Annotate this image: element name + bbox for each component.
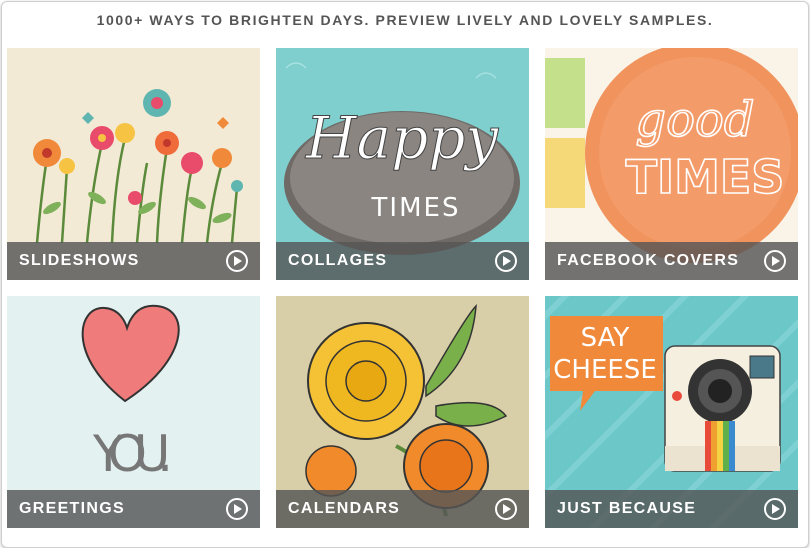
tile-caption: SLIDESHOWS (7, 242, 260, 280)
tile-caption: JUST BECAUSE (545, 490, 798, 528)
play-icon[interactable] (226, 250, 248, 272)
tile-label: FACEBOOK COVERS (557, 252, 740, 269)
tile-label: GREETINGS (19, 500, 125, 517)
just-because-art-line2: CHEESE (553, 355, 657, 385)
tile-collages[interactable]: Happy TIMES COLLAGES (276, 48, 529, 280)
greetings-art-text: YOU. (92, 425, 173, 483)
tile-caption: GREETINGS (7, 490, 260, 528)
tile-calendars[interactable]: CALENDARS (276, 296, 529, 528)
tile-caption: CALENDARS (276, 490, 529, 528)
play-icon[interactable] (764, 250, 786, 272)
tile-facebook-covers[interactable]: good TIMES FACEBOOK COVERS (545, 48, 798, 280)
tile-greetings[interactable]: YOU. GREETINGS (7, 296, 260, 528)
tile-caption: FACEBOOK COVERS (545, 242, 798, 280)
facebook-covers-art-title: good (635, 92, 754, 148)
tile-just-because[interactable]: SAY CHEESE JUST BECAUSE (545, 296, 798, 528)
play-icon[interactable] (495, 498, 517, 520)
tile-label: COLLAGES (288, 252, 388, 269)
tile-caption: COLLAGES (276, 242, 529, 280)
tile-slideshows[interactable]: SLIDESHOWS (7, 48, 260, 280)
tile-label: JUST BECAUSE (557, 500, 697, 517)
collages-art-title: Happy (305, 104, 499, 172)
tile-label: CALENDARS (288, 500, 401, 517)
facebook-covers-art-subtitle: TIMES (626, 150, 785, 204)
play-icon[interactable] (764, 498, 786, 520)
play-icon[interactable] (226, 498, 248, 520)
play-icon[interactable] (495, 250, 517, 272)
just-because-art-line1: SAY (581, 323, 630, 353)
tile-label: SLIDESHOWS (19, 252, 140, 269)
collages-art-subtitle: TIMES (371, 193, 461, 223)
tagline: 1000+ WAYS TO BRIGHTEN DAYS. PREVIEW LIV… (96, 12, 714, 28)
